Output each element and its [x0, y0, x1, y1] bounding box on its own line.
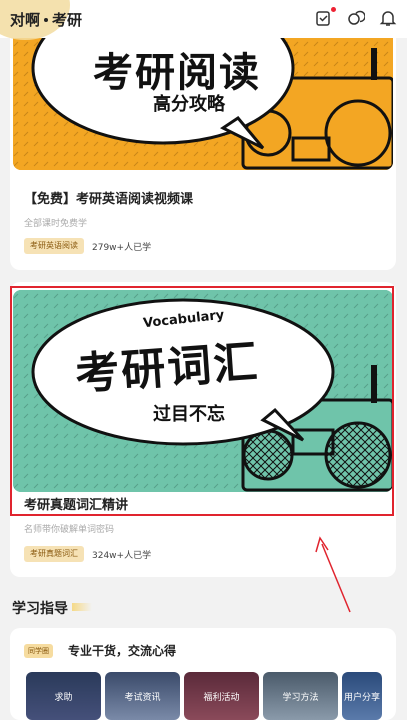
annotation-arrow-icon: [315, 536, 351, 613]
coins-icon[interactable]: [347, 9, 366, 27]
course-subtitle: 名师带你破解单词密码: [24, 525, 115, 535]
highlight-box: [10, 286, 394, 516]
course-tag: 考研真题词汇: [24, 546, 84, 562]
course-subtitle: 全部课时免费学: [24, 219, 88, 229]
guide-tile-study-methods[interactable]: 学习方法: [263, 672, 338, 720]
banner-sub-text: 高分攻略: [153, 94, 225, 115]
checklist-icon[interactable]: [315, 7, 336, 27]
section-title: 学习指导: [12, 601, 68, 617]
section-decoration: [72, 603, 92, 611]
course-title[interactable]: 【免费】考研英语阅读视频课: [24, 188, 193, 207]
guide-tile-help[interactable]: 求助: [26, 672, 101, 720]
course-banner-reading[interactable]: 考研阅读 高分攻略: [13, 38, 393, 170]
exam-category: 考研: [52, 10, 83, 29]
guide-badge: 同学圈: [24, 644, 53, 658]
top-bar: 对啊 考研: [0, 0, 407, 40]
learner-count: 279w+人已学: [92, 243, 152, 253]
guide-tile-exam-news[interactable]: 考试资讯: [105, 672, 180, 720]
brand-title[interactable]: 对啊 考研: [10, 9, 82, 30]
guide-tile-user-share[interactable]: 用户分享: [342, 672, 382, 720]
bell-icon[interactable]: [379, 9, 397, 27]
course-card-reading[interactable]: 考研阅读 高分攻略 【免费】考研英语阅读视频课 全部课时免费学 考研英语阅读 2…: [10, 38, 396, 270]
brand-name: 对啊: [10, 10, 41, 29]
guide-card[interactable]: 同学圈 专业干货，交流心得 求助 考试资讯 福利活动 学习方法 用户分享: [10, 628, 396, 720]
guide-title: 专业干货，交流心得: [68, 644, 177, 658]
course-tag: 考研英语阅读: [24, 238, 84, 254]
learner-count: 324w+人已学: [92, 551, 152, 561]
guide-tile-benefits[interactable]: 福利活动: [184, 672, 259, 720]
